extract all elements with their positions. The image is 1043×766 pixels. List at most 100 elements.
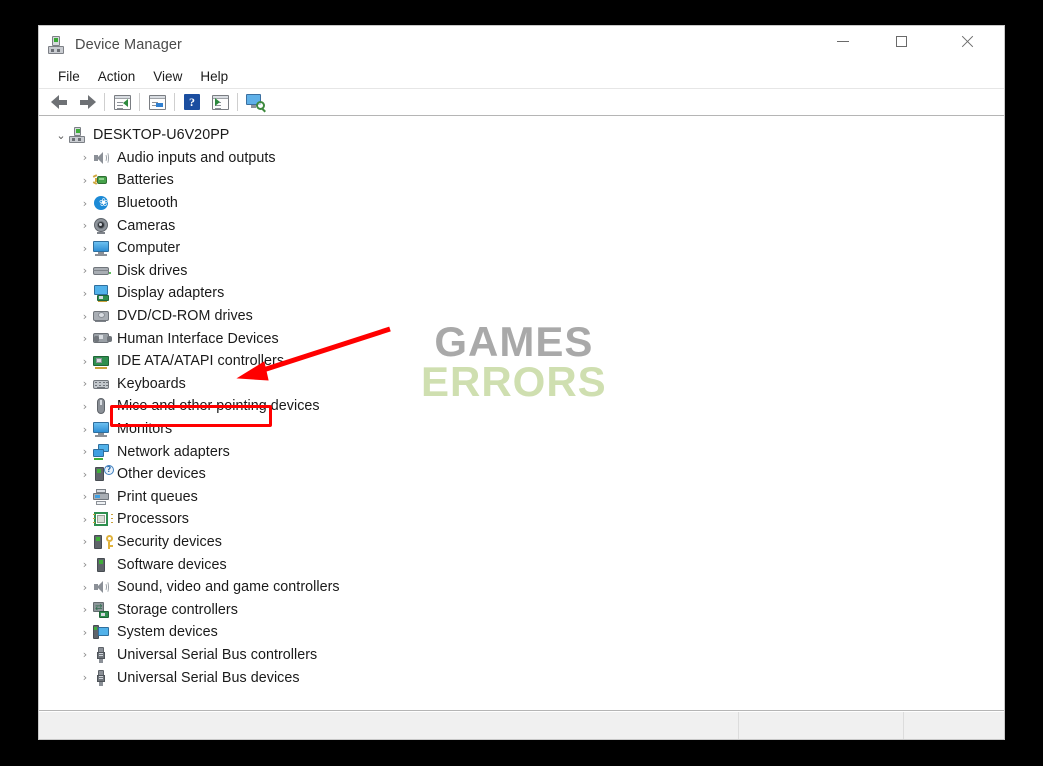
usb-icon [93,669,113,686]
tree-item-keyboards[interactable]: › Keyboards [39,373,1004,396]
dvd-drive-icon [93,308,113,324]
tree-root-label: DESKTOP-U6V20PP [93,127,230,144]
tree-item-monitors[interactable]: › Monitors [39,418,1004,441]
tree-item-universal-serial-bus-controllers[interactable]: › Universal Serial Bus controllers [39,644,1004,667]
menu-help[interactable]: Help [191,67,237,86]
chevron-right-icon[interactable]: › [77,535,93,548]
tree-item-universal-serial-bus-devices[interactable]: › Universal Serial Bus devices [39,666,1004,689]
chevron-right-icon[interactable]: › [77,445,93,458]
chevron-right-icon[interactable]: › [77,287,93,300]
back-button[interactable] [45,90,73,114]
toolbar-separator [174,93,175,111]
maximize-button[interactable] [878,26,924,57]
tree-item-system-devices[interactable]: › System devices [39,621,1004,644]
tree-item-storage-controllers[interactable]: › ⇄ Storage controllers [39,598,1004,621]
toolbar: ? [39,89,1004,116]
tree-item-computer[interactable]: › Computer [39,237,1004,260]
chevron-right-icon[interactable]: › [77,468,93,481]
tree-item-batteries[interactable]: › Batteries [39,169,1004,192]
minimize-button[interactable] [820,26,866,57]
scan-hardware-changes-button[interactable] [241,90,269,114]
tree-item-sound-video-and-game-controllers[interactable]: › Sound, video and game controllers [39,576,1004,599]
chevron-right-icon[interactable]: › [77,264,93,277]
chevron-right-icon[interactable]: › [77,626,93,639]
chevron-right-icon[interactable]: › [77,310,93,323]
help-button[interactable]: ? [178,90,206,114]
speaker-icon [93,150,113,166]
menu-view[interactable]: View [144,67,191,86]
chevron-right-icon[interactable]: › [77,603,93,616]
tree-item-label: Software devices [117,556,227,573]
tree-item-ide-ata-atapi-controllers[interactable]: › IDE ATA/ATAPI controllers [39,350,1004,373]
tree-item-human-interface-devices[interactable]: › Human Interface Devices [39,327,1004,350]
system-device-icon [93,624,113,640]
chevron-right-icon[interactable]: › [77,151,93,164]
update-driver-button[interactable] [206,90,234,114]
chevron-right-icon[interactable]: › [77,490,93,503]
tree-item-label: Network adapters [117,443,230,460]
properties-button[interactable] [143,90,171,114]
chevron-right-icon[interactable]: › [77,219,93,232]
status-bar-pane-2 [739,712,904,739]
chevron-right-icon[interactable]: › [77,355,93,368]
tree-item-label: Computer [117,240,181,257]
tree-item-label: Security devices [117,533,222,550]
arrow-right-icon [79,95,96,109]
device-tree-pane[interactable]: GAMES ERRORS ⌄ DESKTOP-U6V20PP › Audio i… [39,116,1004,711]
display-adapter-icon [93,285,113,303]
hid-icon [93,331,113,347]
tree-root-node[interactable]: ⌄ DESKTOP-U6V20PP [39,124,1004,147]
minimize-icon [837,41,849,42]
tree-item-label: Batteries [117,172,174,189]
chevron-right-icon[interactable]: › [77,581,93,594]
tree-item-label: Mice and other pointing devices [117,398,320,415]
tree-item-software-devices[interactable]: › Software devices [39,553,1004,576]
camera-icon [93,217,113,234]
chevron-right-icon[interactable]: › [77,242,93,255]
chevron-right-icon[interactable]: › [77,513,93,526]
show-hide-console-tree-button[interactable] [108,90,136,114]
chevron-right-icon[interactable]: › [77,197,93,210]
network-adapter-icon [93,443,113,460]
tree-item-mice-and-other-pointing-devices[interactable]: › Mice and other pointing devices [39,395,1004,418]
menu-action[interactable]: Action [89,67,145,86]
tree-item-label: Universal Serial Bus controllers [117,646,318,663]
tree-item-network-adapters[interactable]: › Network adapters [39,440,1004,463]
close-button[interactable] [944,26,990,57]
security-key-icon [93,534,113,550]
tree-item-disk-drives[interactable]: › Disk drives [39,260,1004,283]
unknown-device-icon: ? [93,465,114,482]
chevron-right-icon[interactable]: › [77,174,93,187]
speaker-icon [93,579,113,595]
tree-item-label: Monitors [117,421,173,438]
title-bar: Device Manager [39,26,1004,64]
chevron-right-icon[interactable]: › [77,377,93,390]
forward-button[interactable] [73,90,101,114]
tree-item-dvd-cd-rom-drives[interactable]: › DVD/CD-ROM drives [39,305,1004,328]
console-tree-icon [113,94,131,110]
chevron-down-icon[interactable]: ⌄ [53,129,69,142]
tree-item-security-devices[interactable]: › Security devices [39,531,1004,554]
tree-item-label: Keyboards [117,375,186,392]
chevron-right-icon[interactable]: › [77,558,93,571]
tree-item-bluetooth[interactable]: › ❀ Bluetooth [39,192,1004,215]
scan-monitor-icon [245,94,266,113]
tree-item-print-queues[interactable]: › Print queues [39,486,1004,509]
toolbar-separator [139,93,140,111]
chevron-right-icon[interactable]: › [77,648,93,661]
tree-item-processors[interactable]: › Processors [39,508,1004,531]
status-bar-main-pane [39,712,739,739]
computer-icon [69,127,89,144]
menu-file[interactable]: File [49,67,89,86]
chevron-right-icon[interactable]: › [77,332,93,345]
monitor-icon [93,421,113,438]
chevron-right-icon[interactable]: › [77,423,93,436]
chevron-right-icon[interactable]: › [77,671,93,684]
tree-item-label: Audio inputs and outputs [117,149,276,166]
tree-item-audio-inputs-and-outputs[interactable]: › Audio inputs and outputs [39,147,1004,170]
toolbar-separator [104,93,105,111]
tree-item-cameras[interactable]: › Cameras [39,214,1004,237]
chevron-right-icon[interactable]: › [77,400,93,413]
tree-item-other-devices[interactable]: › ? Other devices [39,463,1004,486]
tree-item-display-adapters[interactable]: › Display adapters [39,282,1004,305]
